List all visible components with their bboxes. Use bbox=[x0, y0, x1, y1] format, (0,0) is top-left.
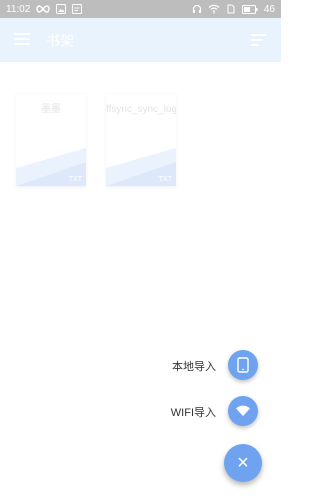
page-title: 书架 bbox=[46, 33, 74, 49]
wifi-icon bbox=[208, 4, 220, 14]
bookshelf: 墨墨 TXT ffsync_sync_log TXT bbox=[0, 62, 281, 202]
status-bar-right: 46 bbox=[192, 0, 275, 18]
headphones-icon bbox=[192, 4, 202, 14]
image-icon bbox=[56, 4, 67, 14]
book-ext: TXT bbox=[158, 176, 172, 183]
wifi-icon bbox=[236, 405, 250, 416]
wifi-import-button[interactable] bbox=[228, 396, 258, 426]
book-title: 墨墨 bbox=[41, 104, 61, 115]
status-bar: 11:02 46 bbox=[0, 0, 281, 18]
local-import-button[interactable] bbox=[228, 350, 258, 380]
wifi-import-label[interactable]: WIFI导入 bbox=[171, 404, 216, 420]
battery-icon bbox=[241, 4, 258, 14]
status-bar-left: 11:02 bbox=[6, 0, 83, 18]
close-menu-button[interactable]: × bbox=[224, 444, 262, 482]
battery-level: 46 bbox=[263, 3, 275, 15]
status-time: 11:02 bbox=[6, 3, 31, 15]
sim-icon bbox=[226, 4, 236, 14]
book-item[interactable]: 墨墨 TXT bbox=[16, 94, 86, 186]
book-item[interactable]: ffsync_sync_log TXT bbox=[106, 94, 176, 186]
local-import-label[interactable]: 本地导入 bbox=[172, 358, 216, 374]
book-title: ffsync_sync_log bbox=[106, 104, 176, 115]
menu-icon[interactable] bbox=[14, 33, 30, 47]
close-icon: × bbox=[237, 451, 249, 474]
app-header: 书架 bbox=[0, 18, 281, 62]
infinity-icon bbox=[36, 5, 50, 13]
book-ext: TXT bbox=[68, 176, 82, 183]
notification-icon bbox=[72, 4, 83, 14]
phone-icon bbox=[237, 357, 249, 373]
sort-icon[interactable] bbox=[251, 34, 267, 46]
